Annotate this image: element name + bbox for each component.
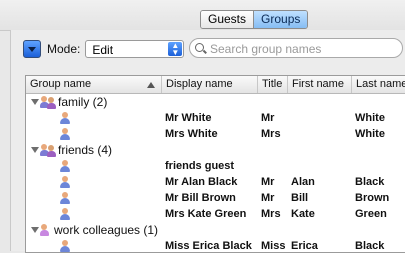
view-segmented-control: Guests Groups <box>200 10 309 29</box>
mode-select-value: Edit <box>92 43 114 57</box>
first-name-cell: Bill <box>291 192 309 204</box>
display-name-cell: Mr Alan Black <box>165 176 238 188</box>
group-name: friends (4) <box>58 143 113 157</box>
last-name-cell: Green <box>355 208 387 220</box>
table-row[interactable]: Mr Bill Brown Mr Bill Brown <box>26 190 405 206</box>
table-row[interactable]: Mrs Kate Green Mrs Kate Green <box>26 206 405 222</box>
last-name-cell: White <box>355 112 385 124</box>
disclosure-triangle-icon[interactable] <box>31 99 39 105</box>
title-cell: Mrs <box>261 128 281 140</box>
display-name-cell: Mr White <box>165 112 212 124</box>
person-icon <box>60 128 70 140</box>
group-row-friends[interactable]: friends (4) <box>26 142 405 158</box>
groups-tab[interactable]: Groups <box>254 11 308 28</box>
display-name-cell: Mrs White <box>165 128 218 140</box>
disclosure-triangle-icon[interactable] <box>31 147 39 153</box>
person-icon <box>60 208 70 220</box>
table-row[interactable]: friends guest <box>26 158 405 174</box>
groups-panel: Mode: Edit ▲▼ Group name Display name Ti… <box>10 30 405 253</box>
last-name-cell: Brown <box>355 192 390 204</box>
table-row[interactable]: Mrs White Mrs White <box>26 126 405 142</box>
display-name-cell: Mr Bill Brown <box>165 192 236 204</box>
column-header-group-name[interactable]: Group name <box>26 76 162 93</box>
updown-arrows-icon: ▲ ▼ <box>168 42 183 57</box>
sort-ascending-icon <box>147 82 155 88</box>
title-cell: Mr <box>261 192 275 204</box>
person-icon <box>60 192 70 204</box>
column-header-display-name[interactable]: Display name <box>162 76 258 93</box>
column-header-title[interactable]: Title <box>258 76 288 93</box>
table-row[interactable]: Mr White Mr White <box>26 110 405 126</box>
title-cell: Mrs <box>261 208 281 220</box>
last-name-cell: White <box>355 128 385 140</box>
title-cell: Mr <box>261 112 275 124</box>
mode-select[interactable]: Edit ▲ ▼ <box>85 40 185 58</box>
table-header: Group name Display name Title First name… <box>26 76 405 94</box>
group-row-family[interactable]: family (2) <box>26 94 405 110</box>
guests-tab[interactable]: Guests <box>201 11 255 28</box>
group-icon <box>40 143 56 157</box>
display-name-cell: friends guest <box>165 160 235 172</box>
column-header-last-name[interactable]: Last name <box>352 76 405 93</box>
first-name-cell: Kate <box>291 208 315 220</box>
person-icon <box>60 176 70 188</box>
column-header-first-name[interactable]: First name <box>288 76 352 93</box>
display-name-cell: Mrs Kate Green <box>165 208 247 220</box>
chevron-down-icon <box>28 47 36 52</box>
disclosure-triangle-icon[interactable] <box>31 227 39 233</box>
groups-table: Group name Display name Title First name… <box>25 75 405 253</box>
group-name: work colleagues (1) <box>54 223 159 237</box>
window-toolbar: Guests Groups <box>0 0 405 31</box>
search-icon <box>195 43 204 52</box>
mode-label: Mode: <box>47 42 81 56</box>
mode-toolbar: Mode: Edit ▲ ▼ <box>23 38 185 60</box>
person-icon <box>60 112 70 124</box>
group-row-work-colleagues[interactable]: work colleagues (1) <box>26 222 405 238</box>
person-icon <box>60 240 70 252</box>
column-label: Group name <box>30 78 92 90</box>
person-icon <box>60 160 70 172</box>
group-name: family (2) <box>58 95 108 109</box>
first-name-cell: Alan <box>291 176 315 188</box>
search-input[interactable] <box>208 41 398 57</box>
title-cell: Mr <box>261 176 275 188</box>
group-icon <box>40 95 56 109</box>
last-name-cell: Black <box>355 176 385 188</box>
table-row[interactable]: Mr Alan Black Mr Alan Black <box>26 174 405 190</box>
search-field[interactable] <box>189 38 403 58</box>
disclosure-menu-button[interactable] <box>23 40 41 58</box>
